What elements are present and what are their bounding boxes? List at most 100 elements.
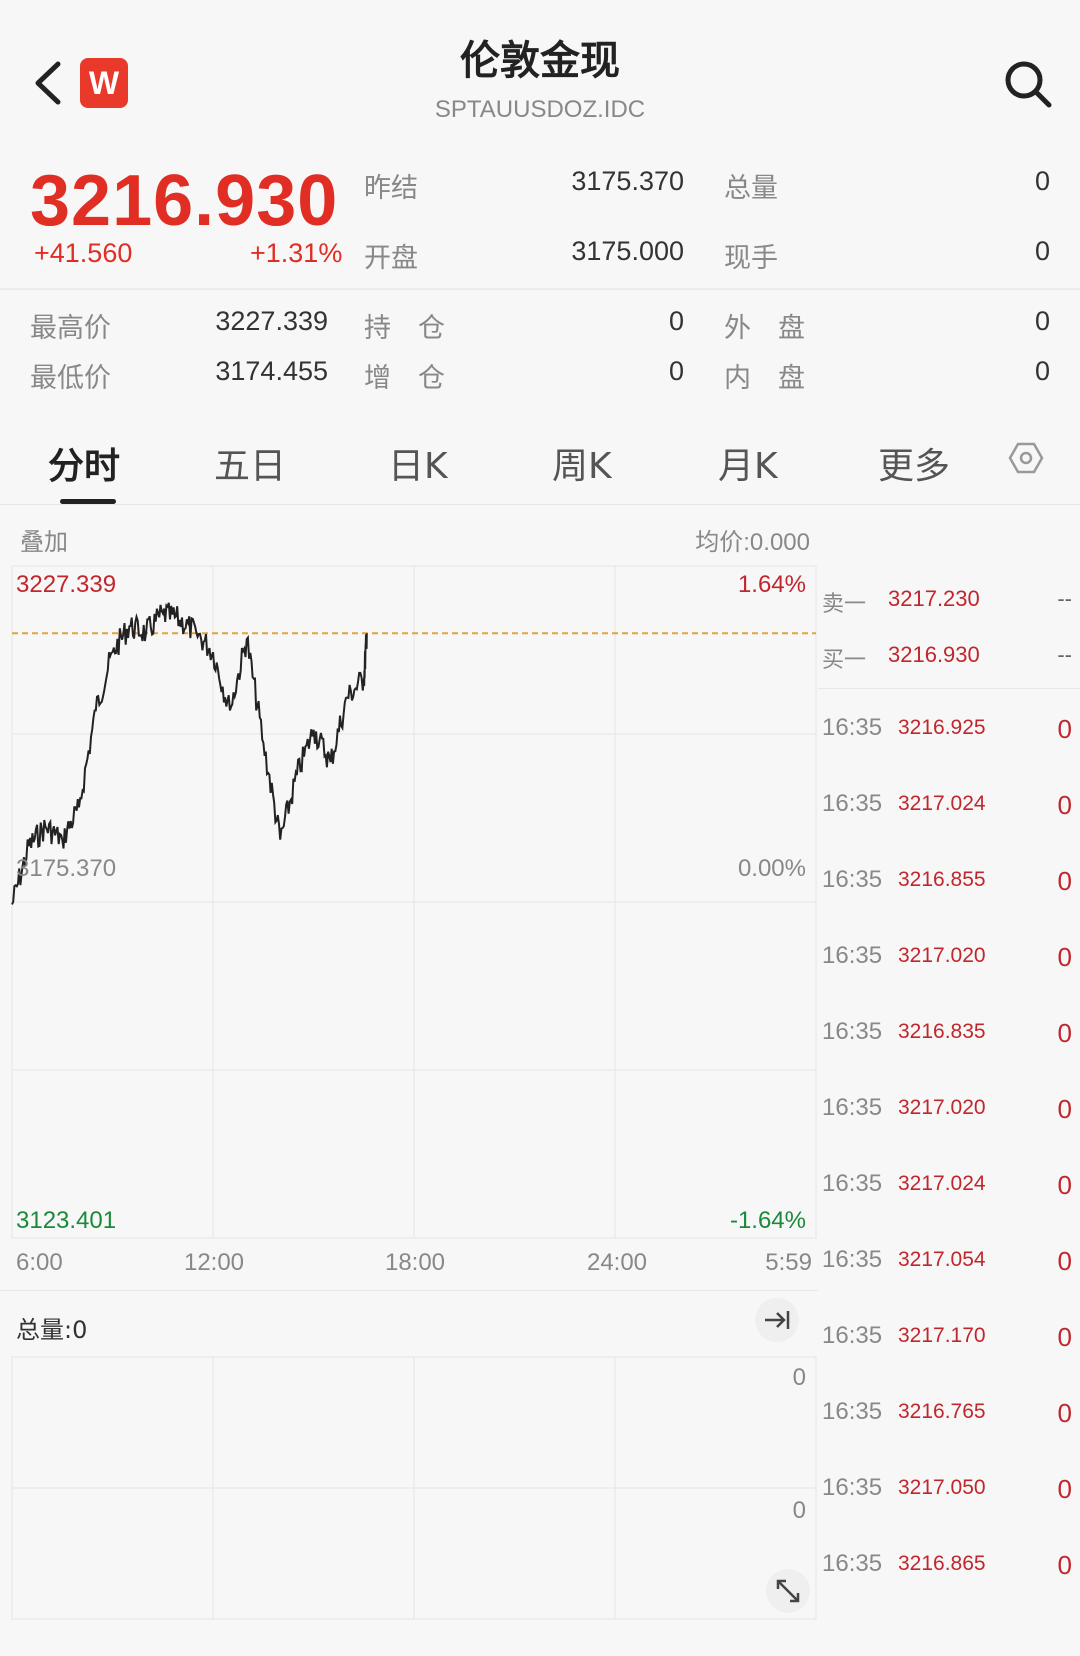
ask-label: 卖一 [822, 592, 867, 617]
trade-volume: 0 [1057, 1474, 1072, 1504]
trade-time: 16:35 [822, 1474, 883, 1501]
total-volume-value: 0 [1034, 166, 1050, 196]
order-book-panel: 卖一 3217.230 -- 买一 3216.930 -- 16:35 3216.… [818, 560, 1080, 1620]
trade-time: 16:35 [822, 1170, 883, 1197]
divider [818, 688, 1080, 689]
y-top-pct: 1.64% [738, 571, 806, 598]
trade-time: 16:35 [822, 714, 883, 741]
tab-five-day[interactable]: 五日 [214, 437, 286, 489]
trade-time: 16:35 [822, 1322, 883, 1349]
trade-price: 3217.024 [898, 792, 986, 815]
outer-label: 外 盘 [724, 313, 805, 344]
y-bottom-pct: -1.64% [730, 1207, 806, 1234]
volume-total: 总量:0 [16, 1316, 88, 1344]
ask-price: 3217.230 [888, 586, 980, 611]
tab-daily-k[interactable]: 日K [388, 437, 448, 489]
y-top-price: 3227.339 [16, 571, 116, 598]
order-book-row: 买一 3216.930 -- [818, 628, 1080, 684]
trade-time: 16:35 [822, 1398, 883, 1425]
tab-weekly-k[interactable]: 周K [552, 437, 612, 489]
trade-row: 16:35 3216.925 0 [818, 692, 1080, 768]
stats-grid: 最高价 3227.339 最低价 3174.455 持 仓 0 增 仓 0 外 … [0, 292, 1080, 412]
inner-label: 内 盘 [724, 363, 805, 394]
x-tick-label: 5:59 [765, 1249, 812, 1276]
low-label: 最低价 [30, 363, 111, 394]
trade-row: 16:35 3216.765 0 [818, 1376, 1080, 1452]
period-tabs: 分时 五日 日K 周K 月K 更多 [0, 415, 1080, 505]
open-interest-label: 持 仓 [364, 313, 445, 344]
settings-icon[interactable] [1008, 440, 1044, 476]
total-volume-label: 总量 [724, 173, 778, 204]
y-mid-pct: 0.00% [738, 855, 806, 882]
trade-price: 3216.855 [898, 868, 986, 891]
high-value: 3227.339 [215, 306, 328, 336]
inner-value: 0 [1034, 356, 1050, 386]
search-icon[interactable] [1002, 58, 1054, 110]
trade-price: 3216.925 [898, 716, 986, 739]
trade-volume: 0 [1057, 790, 1072, 820]
trade-price: 3217.020 [898, 944, 986, 967]
oi-change-value: 0 [668, 356, 684, 386]
trade-time: 16:35 [822, 1550, 883, 1577]
open-value: 3175.000 [571, 236, 684, 266]
trade-volume: 0 [1057, 1170, 1072, 1200]
tab-monthly-k[interactable]: 月K [718, 437, 778, 489]
open-interest-value: 0 [668, 306, 684, 336]
trade-row: 16:35 3217.050 0 [818, 1452, 1080, 1528]
trade-row: 16:35 3217.054 0 [818, 1224, 1080, 1300]
jump-end-icon [765, 1311, 790, 1329]
trade-price: 3216.835 [898, 1020, 986, 1043]
trade-time: 16:35 [822, 1094, 883, 1121]
trade-price: 3216.865 [898, 1552, 986, 1575]
volume-chart: 0 0 [11, 1356, 817, 1620]
divider [0, 288, 1080, 290]
trade-price: 3217.050 [898, 1476, 986, 1499]
average-price: 均价:0.000 [695, 529, 810, 556]
trade-row: 16:35 3217.170 0 [818, 1300, 1080, 1376]
bid-label: 买一 [822, 648, 867, 673]
price-change-pct: +1.31% [250, 238, 343, 268]
jump-to-latest-button[interactable] [755, 1298, 799, 1342]
current-hand-label: 现手 [724, 243, 778, 274]
current-hand-value: 0 [1034, 236, 1050, 266]
trade-time: 16:35 [822, 1246, 883, 1273]
price-change: +41.560 [34, 238, 133, 268]
volume-axis-mid: 0 [793, 1497, 806, 1524]
trade-volume: 0 [1057, 1398, 1072, 1428]
prev-settle-value: 3175.370 [571, 166, 684, 196]
trade-row: 16:35 3216.865 0 [818, 1528, 1080, 1604]
oi-change-label: 增 仓 [364, 363, 445, 394]
divider [0, 1290, 818, 1291]
trade-row: 16:35 3216.835 0 [818, 996, 1080, 1072]
bid-price: 3216.930 [888, 642, 980, 667]
open-label: 开盘 [364, 243, 418, 274]
trade-row: 16:35 3217.024 0 [818, 768, 1080, 844]
tab-intraday[interactable]: 分时 [48, 437, 120, 489]
volume-axis-top: 0 [793, 1364, 806, 1391]
trade-volume: 0 [1057, 866, 1072, 896]
tab-more[interactable]: 更多 [878, 437, 950, 489]
intraday-price-chart[interactable]: 3227.339 1.64% 3175.370 0.00% 3123.401 -… [0, 560, 820, 1280]
instrument-code: SPTAUUSDOZ.IDC [434, 96, 646, 123]
trade-price: 3216.765 [898, 1400, 986, 1423]
expand-button[interactable] [766, 1569, 810, 1613]
trade-time: 16:35 [822, 790, 883, 817]
x-tick-label: 6:00 [16, 1249, 63, 1276]
page-title: 伦敦金现 [460, 38, 620, 84]
outer-value: 0 [1034, 306, 1050, 336]
top-bar: W 伦敦金现 SPTAUUSDOZ.IDC [0, 0, 1080, 150]
trade-price: 3217.020 [898, 1096, 986, 1119]
trade-price: 3217.024 [898, 1172, 986, 1195]
trade-row: 16:35 3217.024 0 [818, 1148, 1080, 1224]
trade-volume: 0 [1057, 1550, 1072, 1580]
quote-summary: 3216.930 +41.560 +1.31% 昨结 3175.370 开盘 3… [0, 150, 1080, 290]
trade-row: 16:35 3217.020 0 [818, 1072, 1080, 1148]
x-tick-label: 18:00 [385, 1249, 445, 1276]
trade-row: 16:35 3217.020 0 [818, 920, 1080, 996]
x-tick-label: 24:00 [587, 1249, 647, 1276]
trade-volume: 0 [1057, 1094, 1072, 1124]
overlay-button[interactable]: 叠加 [20, 522, 68, 557]
bid-volume: -- [1057, 642, 1072, 667]
trade-volume: 0 [1057, 1018, 1072, 1048]
trade-volume: 0 [1057, 714, 1072, 744]
